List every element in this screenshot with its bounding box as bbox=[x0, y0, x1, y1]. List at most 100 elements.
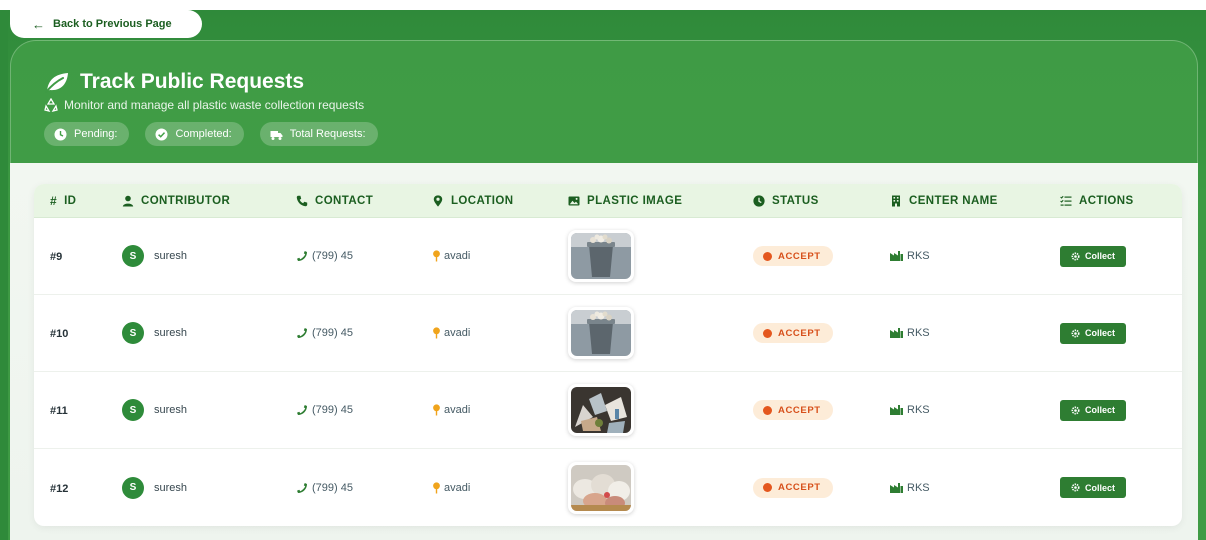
arrow-left-icon: ← bbox=[32, 16, 45, 32]
center-cell: RKS bbox=[890, 482, 1060, 494]
location-cell: avadi bbox=[432, 482, 568, 494]
location-name: avadi bbox=[444, 481, 471, 494]
column-header-center-name: CENTER NAME bbox=[890, 195, 1060, 207]
status-badge: ACCEPT bbox=[753, 400, 833, 420]
contributor-cell: S suresh bbox=[122, 245, 296, 267]
location-name: avadi bbox=[444, 250, 471, 262]
column-header-contributor: CONTRIBUTOR bbox=[122, 195, 296, 207]
map-pin-icon bbox=[433, 250, 440, 262]
phone-icon bbox=[297, 482, 307, 493]
request-id: #12 bbox=[50, 482, 69, 495]
map-pin-icon bbox=[433, 481, 440, 493]
page: ← Back to Previous Page Track Public Req… bbox=[0, 0, 1206, 540]
table-row: #12 S suresh (799) 45 avadi ACCEPT RKS C… bbox=[34, 449, 1182, 526]
plastic-image-thumbnail[interactable] bbox=[568, 230, 634, 282]
status-clock-icon bbox=[763, 483, 772, 492]
trash-bin-photo bbox=[571, 310, 631, 356]
center-name: RKS bbox=[907, 481, 930, 494]
factory-icon bbox=[890, 482, 903, 493]
page-title-row: Track Public Requests bbox=[44, 70, 304, 94]
contributor-name: suresh bbox=[154, 327, 188, 339]
collect-button[interactable]: Collect bbox=[1060, 245, 1127, 267]
list-check-icon bbox=[1060, 195, 1072, 206]
factory-icon bbox=[890, 328, 903, 338]
phone-icon bbox=[296, 195, 308, 206]
factory-icon bbox=[890, 251, 903, 261]
center-name: RKS bbox=[907, 404, 930, 416]
column-header-actions: ACTIONS bbox=[1060, 195, 1182, 207]
requests-table: # ID CONTRIBUTOR CONTACT LOCATION PLASTI… bbox=[34, 184, 1182, 526]
center-cell: RKS bbox=[890, 327, 1060, 339]
contributor-cell: S suresh bbox=[122, 476, 296, 499]
contact-number: (799) 45 bbox=[312, 250, 353, 262]
back-button[interactable]: ← Back to Previous Page bbox=[10, 10, 202, 38]
user-icon bbox=[122, 195, 134, 206]
stat-total-label: Total Requests: bbox=[289, 128, 366, 140]
map-pin-icon bbox=[433, 327, 440, 339]
page-subtitle-row: Monitor and manage all plastic waste col… bbox=[44, 98, 364, 112]
avatar: S bbox=[122, 476, 144, 499]
back-button-label: Back to Previous Page bbox=[53, 18, 172, 30]
status-clock-icon bbox=[763, 251, 772, 261]
avatar: S bbox=[122, 322, 144, 344]
contributor-name: suresh bbox=[154, 404, 188, 416]
stat-pending-label: Pending: bbox=[74, 128, 118, 140]
contact-cell: (799) 45 bbox=[296, 482, 432, 494]
image-icon bbox=[568, 196, 580, 205]
left-edge-strip bbox=[0, 10, 8, 540]
gear-icon bbox=[1071, 405, 1080, 415]
location-name: avadi bbox=[444, 404, 471, 416]
table-row: #9 S suresh (799) 45 avadi ACCEPT RKS Co… bbox=[34, 218, 1182, 295]
truck-icon bbox=[270, 130, 283, 140]
table-row: #10 S suresh (799) 45 avadi ACCEPT RKS C… bbox=[34, 295, 1182, 372]
column-header-id: # ID bbox=[50, 193, 77, 208]
avatar: S bbox=[122, 245, 144, 267]
contributor-cell: S suresh bbox=[122, 322, 296, 344]
avatar: S bbox=[122, 399, 144, 421]
location-name: avadi bbox=[444, 327, 471, 339]
plastic-bags-photo bbox=[571, 464, 631, 511]
table-row: #11 S suresh (799) 45 avadi ACCEPT RKS C… bbox=[34, 372, 1182, 449]
contact-number: (799) 45 bbox=[312, 481, 353, 494]
stat-total: Total Requests: bbox=[259, 122, 378, 146]
building-icon bbox=[892, 195, 900, 206]
plastic-image-thumbnail[interactable] bbox=[568, 307, 634, 359]
phone-icon bbox=[297, 251, 307, 261]
collect-button[interactable]: Collect bbox=[1060, 322, 1127, 344]
map-pin-icon bbox=[433, 194, 443, 207]
contact-cell: (799) 45 bbox=[296, 404, 432, 416]
factory-icon bbox=[890, 405, 903, 415]
center-cell: RKS bbox=[890, 250, 1060, 262]
plastic-image-thumbnail[interactable] bbox=[568, 461, 634, 514]
gear-icon bbox=[1071, 328, 1080, 338]
plastic-image-thumbnail[interactable] bbox=[568, 384, 634, 436]
clock-icon bbox=[753, 194, 765, 207]
collect-button[interactable]: Collect bbox=[1060, 399, 1127, 421]
center-name: RKS bbox=[907, 250, 930, 262]
contact-cell: (799) 45 bbox=[296, 327, 432, 339]
contributor-cell: S suresh bbox=[122, 399, 296, 421]
stats-pills: Pending: Completed: Total Requests: bbox=[44, 122, 378, 146]
trash-bin-photo bbox=[571, 233, 631, 279]
location-cell: avadi bbox=[432, 327, 568, 339]
plastic-pile-photo bbox=[571, 387, 631, 433]
center-cell: RKS bbox=[890, 404, 1060, 416]
contact-number: (799) 45 bbox=[312, 327, 353, 339]
table-header-row: # ID CONTRIBUTOR CONTACT LOCATION PLASTI… bbox=[34, 184, 1182, 218]
gear-icon bbox=[1071, 251, 1080, 261]
request-id: #9 bbox=[50, 251, 63, 263]
status-badge: ACCEPT bbox=[753, 477, 833, 498]
page-subtitle: Monitor and manage all plastic waste col… bbox=[64, 98, 365, 112]
location-cell: avadi bbox=[432, 250, 568, 262]
status-clock-icon bbox=[763, 328, 772, 338]
page-title: Track Public Requests bbox=[80, 70, 305, 93]
phone-icon bbox=[297, 405, 307, 415]
gear-icon bbox=[1071, 483, 1080, 492]
collect-button[interactable]: Collect bbox=[1060, 477, 1127, 498]
leaf-icon bbox=[45, 73, 68, 93]
status-clock-icon bbox=[763, 405, 772, 415]
column-header-contact: CONTACT bbox=[296, 195, 432, 207]
center-name: RKS bbox=[907, 327, 930, 339]
contributor-name: suresh bbox=[154, 481, 188, 494]
recycle-icon bbox=[44, 98, 58, 112]
